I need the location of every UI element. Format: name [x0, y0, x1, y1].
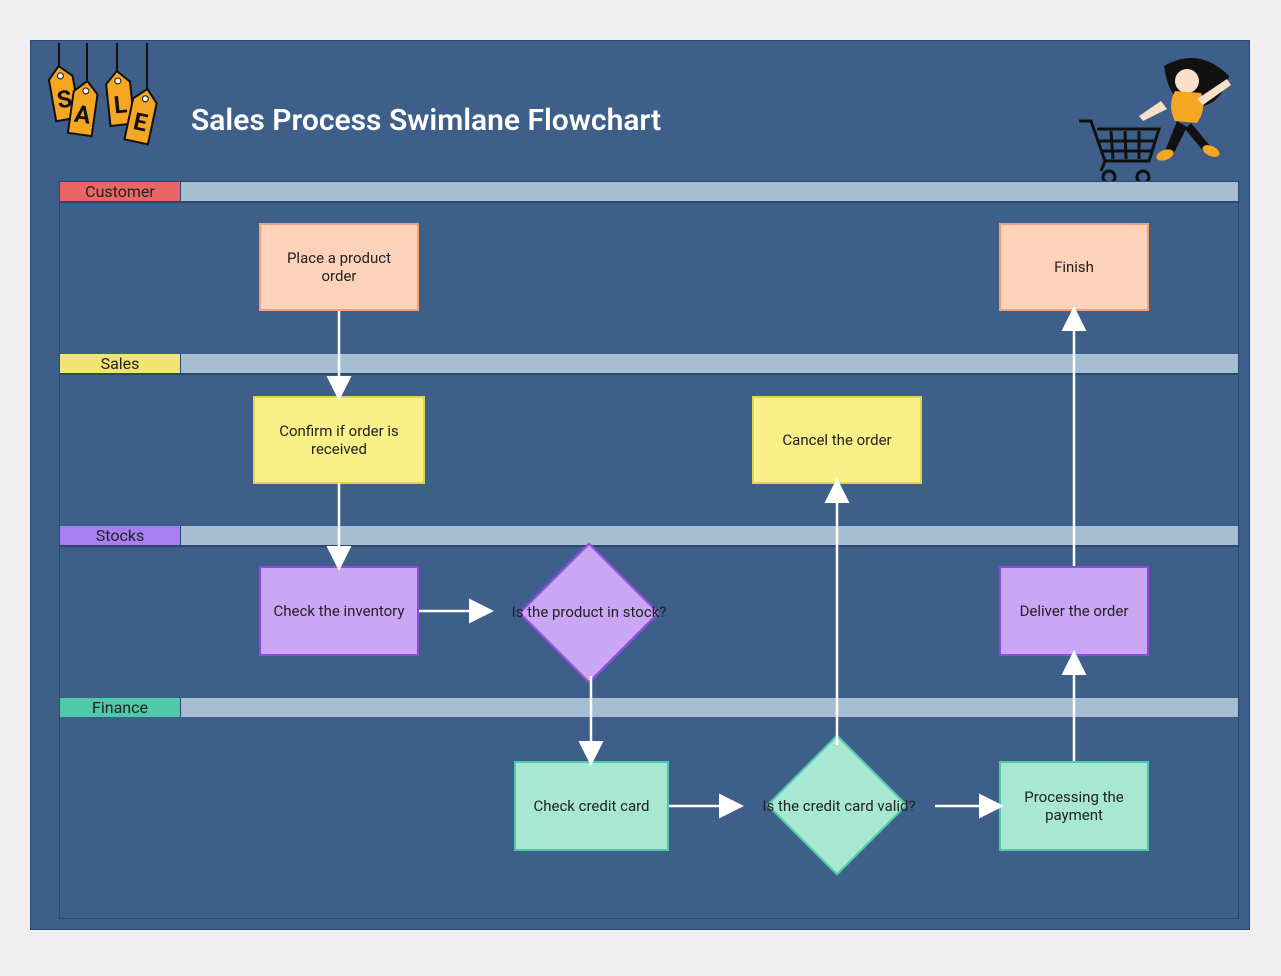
lane-finance: Finance [60, 698, 1238, 717]
lane-label-stocks: Stocks [60, 526, 180, 545]
lane-label-customer: Customer [60, 182, 180, 201]
diagram-frame: S A L E [30, 40, 1250, 930]
node-place-order: Place a product order [259, 223, 419, 311]
lane-sales: Sales [60, 354, 1238, 375]
node-check-inventory: Check the inventory [259, 566, 419, 656]
node-cancel-order: Cancel the order [752, 396, 922, 484]
lane-stocks: Stocks [60, 526, 1238, 547]
sale-tags-icon: S A L E [39, 43, 179, 193]
node-finish: Finish [999, 223, 1149, 311]
lane-label-sales: Sales [60, 354, 180, 373]
lane-customer: Customer [60, 182, 1238, 203]
node-product-in-stock: Is the product in stock? [519, 551, 659, 673]
diagram-title: Sales Process Swimlane Flowchart [191, 103, 661, 138]
node-process-payment: Processing the payment [999, 761, 1149, 851]
node-confirm-order: Confirm if order is received [253, 396, 425, 484]
shopping-person-icon [1069, 51, 1239, 191]
node-check-credit: Check credit card [514, 761, 669, 851]
node-deliver-order: Deliver the order [999, 566, 1149, 656]
lane-label-finance: Finance [60, 698, 180, 717]
diagram-header: S A L E [31, 41, 1249, 181]
node-credit-valid: Is the credit card valid? [759, 743, 919, 869]
